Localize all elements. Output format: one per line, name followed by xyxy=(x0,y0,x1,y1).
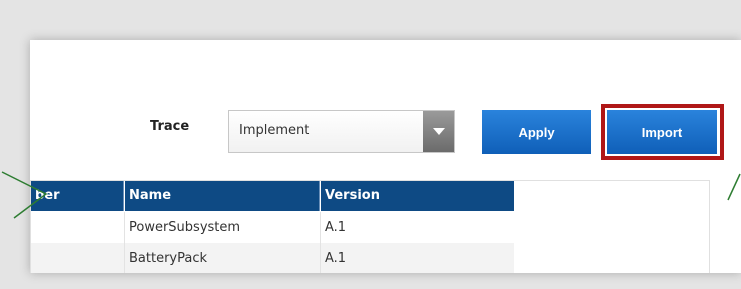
column-header-name[interactable]: Name xyxy=(125,181,320,211)
table-row[interactable]: BatteryPack A.1 xyxy=(31,243,514,273)
trace-selected-value: Implement xyxy=(239,123,310,138)
left-pointer-arrow-icon xyxy=(1,171,48,219)
import-button[interactable]: Import xyxy=(607,110,717,154)
cell-name: PowerSubsystem xyxy=(129,220,241,235)
apply-button[interactable]: Apply xyxy=(482,110,591,154)
cell-version: A.1 xyxy=(325,251,347,266)
trace-dropdown[interactable]: Implement xyxy=(228,110,455,153)
results-table: ber Name Version PowerSubsystem A.1 Batt… xyxy=(30,180,710,273)
column-header-version[interactable]: Version xyxy=(321,181,514,211)
cell-version: A.1 xyxy=(325,220,347,235)
right-pointer-arrow-icon xyxy=(727,173,741,201)
chevron-down-icon[interactable] xyxy=(423,111,454,152)
trace-label: Trace xyxy=(150,119,190,134)
trace-panel: Trace Implement Apply Import ber Name Ve… xyxy=(30,40,741,273)
table-row[interactable]: PowerSubsystem A.1 xyxy=(31,212,514,243)
cell-name: BatteryPack xyxy=(129,251,208,266)
